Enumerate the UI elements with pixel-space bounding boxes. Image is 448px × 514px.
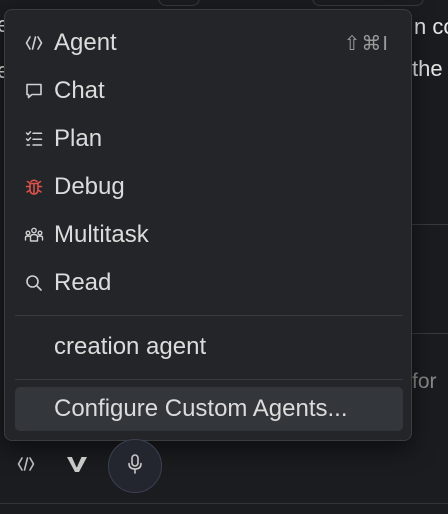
menu-separator xyxy=(15,379,403,380)
menu-item-label: Agent xyxy=(54,29,117,56)
chat-icon xyxy=(23,80,45,102)
menu-item-debug[interactable]: Debug xyxy=(15,165,403,209)
search-icon xyxy=(23,272,45,294)
voice-input-button[interactable] xyxy=(108,439,162,493)
divider xyxy=(412,333,448,334)
agent-icon xyxy=(23,32,45,54)
plan-list-icon xyxy=(23,128,45,150)
menu-item-chat[interactable]: Chat xyxy=(15,69,403,113)
agent-mode-menu: Agent ⇧⌘I Chat Plan Debug Multitask Read… xyxy=(4,9,412,441)
menu-item-label: Plan xyxy=(54,125,103,152)
menu-item-label: Multitask xyxy=(54,221,149,248)
menu-item-label: Chat xyxy=(54,77,105,104)
configure-custom-agents-item[interactable]: Configure Custom Agents... xyxy=(15,387,403,431)
menu-item-plan[interactable]: Plan xyxy=(15,117,403,161)
divider xyxy=(412,224,448,225)
agent-mode-button[interactable] xyxy=(14,454,38,478)
top-tab xyxy=(312,0,424,6)
background-text: the xyxy=(412,56,443,81)
menu-item-multitask[interactable]: Multitask xyxy=(15,213,403,257)
menu-item-agent[interactable]: Agent ⇧⌘I xyxy=(15,21,403,65)
menu-item-label: creation agent xyxy=(54,333,207,360)
model-picker-button[interactable] xyxy=(65,454,89,478)
menu-item-creation-agent[interactable]: creation agent xyxy=(15,325,403,369)
input-placeholder-fragment: for xyxy=(412,370,437,393)
menu-item-label: Debug xyxy=(54,173,125,200)
keyboard-shortcut: ⇧⌘I xyxy=(343,32,389,55)
menu-item-label: Read xyxy=(54,269,112,296)
divider xyxy=(0,503,448,504)
multitask-icon xyxy=(23,224,45,246)
background-text: n co xyxy=(414,14,448,39)
menu-item-read[interactable]: Read xyxy=(15,261,403,305)
bug-icon xyxy=(23,176,45,198)
agent-icon xyxy=(16,454,36,479)
top-tab xyxy=(158,0,200,6)
menu-separator xyxy=(15,315,403,316)
v-logo-icon xyxy=(66,454,88,479)
microphone-icon xyxy=(125,453,145,480)
menu-item-label: Configure Custom Agents... xyxy=(54,395,348,422)
